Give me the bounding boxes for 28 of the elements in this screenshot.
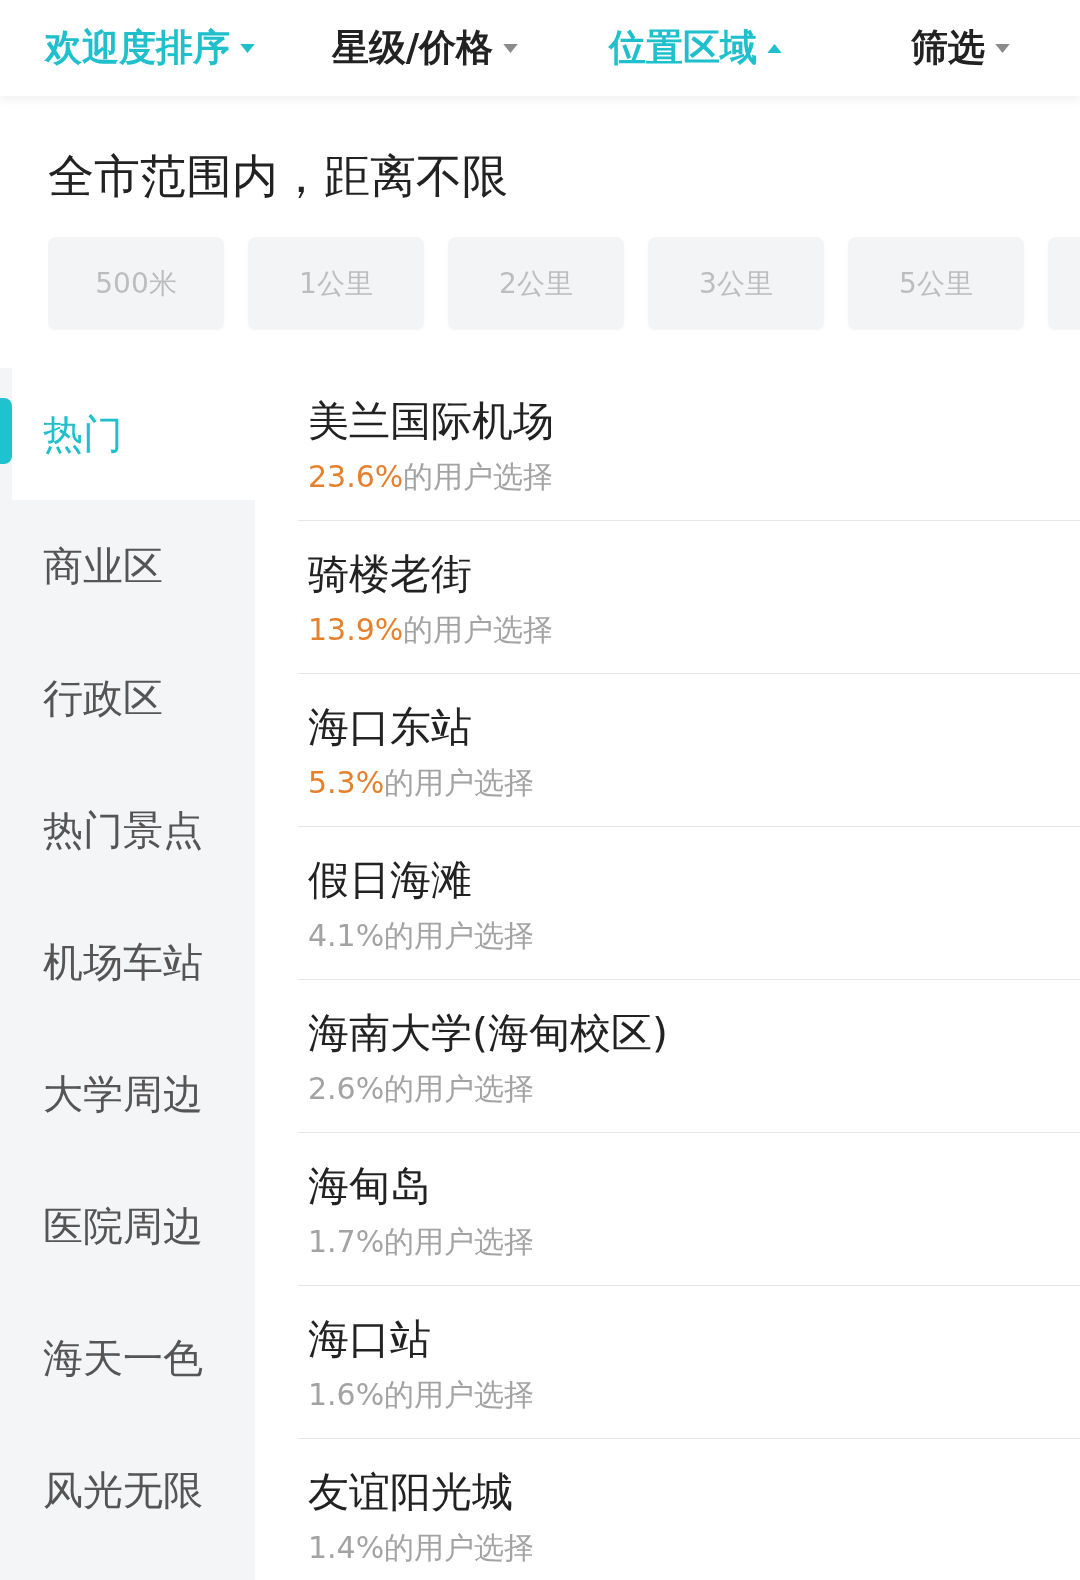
sidebar-item[interactable]: 风光无限 — [0, 1424, 255, 1556]
location-name[interactable]: 海甸岛 — [308, 1161, 431, 1211]
location-name[interactable]: 假日海滩 — [308, 855, 472, 905]
sidebar-item[interactable]: 热门景点 — [0, 764, 255, 896]
sidebar-item[interactable]: 行政区 — [0, 632, 255, 764]
user-share-text: 1.4%的用户选择 — [308, 1530, 535, 1566]
location-name[interactable]: 友谊阳光城 — [308, 1467, 513, 1517]
sort-tab[interactable]: 筛选 — [906, 17, 1014, 79]
sort-tab[interactable]: 星级/价格 — [327, 17, 523, 79]
location-name[interactable]: 骑楼老街 — [308, 549, 472, 599]
location-name[interactable]: 美兰国际机场 — [308, 396, 554, 446]
user-share-text: 4.1%的用户选择 — [308, 918, 535, 954]
location-name[interactable]: 海口站 — [308, 1314, 431, 1364]
location-name[interactable]: 海口东站 — [308, 702, 472, 752]
user-share-text: 2.6%的用户选择 — [308, 1071, 535, 1107]
sidebar-item[interactable]: 海天一色 — [0, 1292, 255, 1424]
user-share-text: 1.7%的用户选择 — [308, 1224, 535, 1260]
scope-title: 全市范围内，距离不限 — [48, 148, 509, 204]
sidebar-item[interactable]: 机场车站 — [0, 896, 255, 1028]
user-share-text: 23.6%的用户选择 — [308, 459, 554, 495]
sidebar-item[interactable]: 医院周边 — [0, 1160, 255, 1292]
sidebar-item[interactable]: 大学周边 — [0, 1028, 255, 1160]
selection-bar-icon — [0, 398, 12, 464]
location-name[interactable]: 海南大学(海甸校区) — [308, 1008, 668, 1058]
sidebar-item[interactable]: 商业区 — [0, 500, 255, 632]
user-share-text: 13.9%的用户选择 — [308, 612, 554, 648]
user-share-text: 1.6%的用户选择 — [308, 1377, 535, 1413]
user-share-text: 5.3%的用户选择 — [308, 765, 535, 801]
